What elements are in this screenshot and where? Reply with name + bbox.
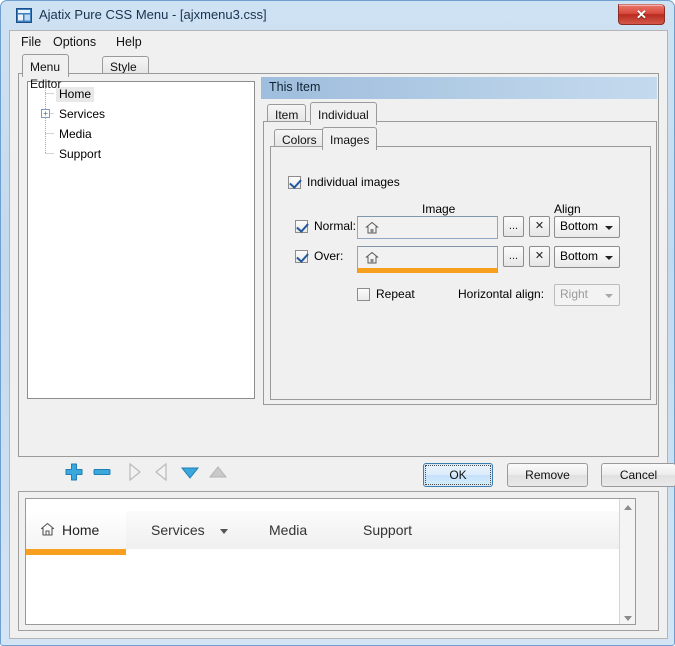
- horizontal-align-combo: Right: [554, 284, 620, 306]
- preview-menu-item-support[interactable]: Support: [356, 511, 441, 549]
- preview-menu-label-support: Support: [363, 522, 413, 538]
- repeat-checkbox[interactable]: [357, 288, 370, 301]
- preview-menu-item-home[interactable]: Home: [26, 511, 126, 549]
- home-icon: [365, 251, 379, 264]
- horizontal-align-value: Right: [560, 287, 589, 301]
- normal-clear-button[interactable]: ✕: [529, 216, 550, 237]
- preview-menu-item-media[interactable]: Media: [262, 511, 337, 549]
- ok-button[interactable]: OK: [423, 463, 493, 487]
- minus-icon: [93, 469, 111, 475]
- tree-node-services[interactable]: Services: [56, 107, 108, 122]
- over-align-combo[interactable]: Bottom: [554, 246, 620, 268]
- repeat-label: Repeat: [376, 287, 415, 301]
- menu-bar: File Options Help: [9, 30, 668, 52]
- menu-options[interactable]: Options: [48, 34, 101, 50]
- normal-image-field[interactable]: [357, 216, 498, 239]
- remove-button[interactable]: Remove: [507, 463, 588, 487]
- tab-individual[interactable]: Individual: [310, 102, 377, 125]
- home-icon: [365, 221, 379, 234]
- chevron-down-icon: [220, 529, 228, 534]
- over-label: Over:: [314, 249, 344, 263]
- preview-menu-label-services: Services: [151, 522, 205, 538]
- preview-menu-label-home: Home: [62, 522, 100, 538]
- tab-menu-editor[interactable]: Menu Editor: [22, 54, 70, 91]
- details-header: This Item: [261, 77, 657, 99]
- column-header-image: Image: [422, 202, 456, 216]
- home-icon: [40, 522, 55, 536]
- app-window-icon: [16, 8, 32, 23]
- over-image-preview-bar: [358, 268, 497, 273]
- triangle-right-icon: [129, 462, 141, 482]
- normal-align-combo[interactable]: Bottom: [554, 216, 620, 238]
- application-window: Ajatix Pure CSS Menu - [ajxmenu3.css] ✕ …: [0, 0, 675, 646]
- preview-scrollbar[interactable]: [619, 499, 635, 624]
- scroll-down-button[interactable]: [620, 610, 635, 624]
- toolbar-move-up-button: [206, 460, 230, 484]
- tree-node-support[interactable]: Support: [56, 147, 104, 162]
- toolbar-remove-button[interactable]: [90, 460, 114, 484]
- individual-page: Colors Images Individual images Image Al…: [263, 121, 657, 405]
- preview-menu-item-services[interactable]: Services: [144, 511, 236, 549]
- toolbar-row: OK Remove Cancel: [18, 460, 675, 490]
- over-align-value: Bottom: [560, 249, 599, 263]
- tree-expander-services[interactable]: +: [41, 109, 50, 118]
- cancel-button[interactable]: Cancel: [601, 463, 675, 487]
- normal-label: Normal:: [314, 219, 357, 233]
- over-enabled-checkbox[interactable]: [295, 250, 308, 263]
- images-page: Individual images Image Align Normal: ..…: [270, 146, 651, 400]
- tree-node-home[interactable]: Home: [56, 87, 95, 102]
- over-image-field[interactable]: [357, 246, 498, 273]
- menu-editor-page: + Home Services Media Support This Item …: [18, 73, 659, 457]
- normal-enabled-checkbox[interactable]: [295, 220, 308, 233]
- individual-images-checkbox[interactable]: [288, 176, 301, 189]
- window-frame-inner: Ajatix Pure CSS Menu - [ajxmenu3.css] ✕ …: [5, 1, 675, 641]
- menu-tree[interactable]: + Home Services Media Support: [27, 81, 255, 399]
- menu-help[interactable]: Help: [111, 34, 147, 50]
- over-clear-button[interactable]: ✕: [529, 246, 550, 267]
- item-details-panel: This Item Item Individual Colors Images …: [261, 77, 657, 405]
- over-browse-button[interactable]: ...: [503, 246, 524, 267]
- toolbar-indent-button: [122, 460, 146, 484]
- horizontal-align-label: Horizontal align:: [458, 287, 545, 301]
- toolbar-move-down-button[interactable]: [178, 460, 202, 484]
- column-header-align: Align: [554, 202, 581, 216]
- normal-align-value: Bottom: [560, 219, 599, 233]
- menu-file[interactable]: File: [16, 34, 46, 50]
- chevron-down-icon: [605, 256, 613, 260]
- tab-images[interactable]: Images: [322, 127, 378, 150]
- plus-icon: [65, 463, 83, 481]
- triangle-left-icon: [155, 462, 167, 482]
- tree-node-media[interactable]: Media: [56, 127, 95, 142]
- focus-rectangle: [425, 465, 491, 485]
- close-button[interactable]: ✕: [618, 4, 665, 25]
- title-bar: Ajatix Pure CSS Menu - [ajxmenu3.css] ✕: [5, 1, 672, 30]
- chevron-down-icon: [605, 294, 613, 298]
- preview-canvas: Home Services Media Support: [25, 498, 636, 625]
- normal-browse-button[interactable]: ...: [503, 216, 524, 237]
- client-area: Menu Editor Style Editor + Home Service: [9, 52, 675, 639]
- toolbar-outdent-button: [150, 460, 174, 484]
- triangle-up-icon: [624, 505, 632, 510]
- chevron-down-icon: [605, 226, 613, 230]
- triangle-up-icon: [208, 466, 228, 478]
- scroll-up-button[interactable]: [620, 499, 635, 515]
- triangle-down-icon: [180, 467, 200, 479]
- preview-active-underline: [26, 549, 126, 555]
- triangle-down-icon: [624, 616, 632, 621]
- window-title: Ajatix Pure CSS Menu - [ajxmenu3.css]: [39, 7, 267, 22]
- preview-menu-label-media: Media: [269, 522, 308, 538]
- preview-pane: Home Services Media Support: [18, 491, 659, 631]
- individual-images-label: Individual images: [307, 175, 400, 189]
- preview-menu-strip: Home Services Media Support: [26, 511, 635, 555]
- toolbar-add-button[interactable]: [62, 460, 86, 484]
